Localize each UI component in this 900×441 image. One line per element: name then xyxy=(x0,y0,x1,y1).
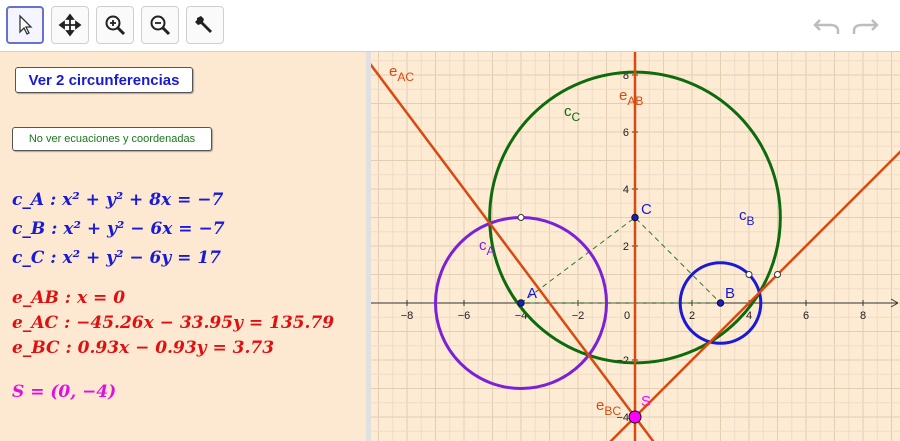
point-C[interactable] xyxy=(631,213,639,222)
move-tool-button[interactable] xyxy=(6,6,44,44)
equation-eBC[interactable]: e_BC : 0.93x − 0.93y = 3.73 xyxy=(12,338,274,358)
toolbar xyxy=(0,0,900,52)
wrench-icon xyxy=(195,16,212,33)
x-tick-label: 2 xyxy=(689,310,695,322)
settings-tool-button[interactable] xyxy=(186,6,224,44)
redo-button[interactable] xyxy=(850,12,880,40)
circle-point[interactable] xyxy=(517,214,525,221)
graphics-view[interactable]: −8 −6 −4 −2 0 2 4 6 8 8 6 4 2 −2 −4 eAC eAB cC cB cA eBC A B C… xyxy=(371,52,900,441)
label-B: B xyxy=(725,285,735,302)
zoom-out-tool-button[interactable] xyxy=(141,6,179,44)
zoom-in-icon xyxy=(105,15,126,36)
point-S-coordinates[interactable]: S = (0, −4) xyxy=(12,382,116,402)
label-eBC: eBC xyxy=(596,397,621,418)
graphics-canvas[interactable]: −8 −6 −4 −2 0 2 4 6 88642−2−4 eACeABcCcBcAeBCA BC… xyxy=(371,52,900,441)
x-tick-label: −8 xyxy=(401,310,414,322)
point-B[interactable] xyxy=(716,299,725,307)
object-labels: eACeABcCcBcAeBCA BCS xyxy=(389,63,755,418)
x-tick-label: −6 xyxy=(458,310,471,322)
zoom-in-tool-button[interactable] xyxy=(96,6,134,44)
y-tick-label: 6 xyxy=(623,127,629,139)
label-cB: cB xyxy=(739,207,755,228)
hide-equations-button[interactable]: No ver ecuaciones y coordenadas xyxy=(12,127,212,151)
point-S[interactable] xyxy=(628,410,642,424)
y-tick-label: 4 xyxy=(623,184,629,196)
point-A[interactable] xyxy=(517,299,525,307)
cursor-arrow-icon xyxy=(19,14,33,35)
x-tick-label: 6 xyxy=(803,310,809,322)
redo-icon xyxy=(852,19,879,34)
y-tick-label: 2 xyxy=(623,241,629,253)
circle-point[interactable] xyxy=(774,271,781,278)
label-A: A xyxy=(527,285,537,302)
circle-point[interactable] xyxy=(745,271,753,278)
x-tick-label: 8 xyxy=(860,310,866,322)
move-graphics-tool-button[interactable] xyxy=(51,6,89,44)
move-arrows-icon xyxy=(58,13,82,37)
undo-icon xyxy=(813,19,840,34)
x-tick-label: −2 xyxy=(572,310,585,322)
show-two-circles-button[interactable]: Ver 2 circunferencias xyxy=(15,67,193,93)
label-C: C xyxy=(641,201,652,218)
zoom-out-icon xyxy=(150,15,171,36)
equation-eAC[interactable]: e_AC : −45.26x − 33.95y = 135.79 xyxy=(12,313,334,333)
line-eAC[interactable] xyxy=(371,56,664,441)
x-tick-label: 0 xyxy=(624,310,630,322)
label-S: S xyxy=(641,393,651,410)
equation-eAB[interactable]: e_AB : x = 0 xyxy=(12,288,125,308)
label-eAB: eAB xyxy=(619,87,643,108)
undo-button[interactable] xyxy=(812,12,842,40)
equation-cC[interactable]: c_C : x² + y² − 6y = 17 xyxy=(12,248,221,268)
algebra-panel: Ver 2 circunferencias No ver ecuaciones … xyxy=(0,52,366,441)
equation-cB[interactable]: c_B : x² + y² − 6x = −7 xyxy=(12,219,225,239)
equation-cA[interactable]: c_A : x² + y² + 8x = −7 xyxy=(12,190,223,210)
